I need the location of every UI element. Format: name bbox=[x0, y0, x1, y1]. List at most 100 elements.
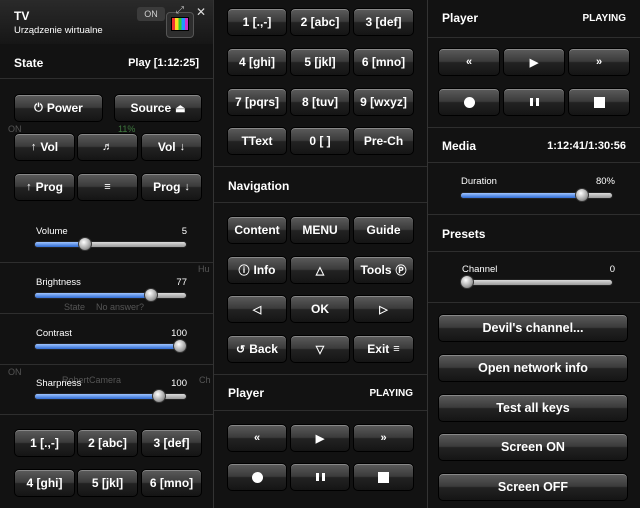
screen-off-button[interactable]: Screen OFF bbox=[438, 473, 628, 501]
pause-button[interactable] bbox=[290, 463, 350, 491]
slider-knob[interactable] bbox=[574, 188, 589, 202]
triangle-right-icon: ▷ bbox=[379, 303, 388, 316]
arrow-down-icon: ↓ bbox=[184, 181, 190, 193]
key-5-button[interactable]: 5 [jkl] bbox=[290, 48, 350, 76]
stop-button[interactable] bbox=[568, 88, 630, 116]
fast-forward-button[interactable]: » bbox=[353, 424, 414, 452]
key-2-button[interactable]: 2 [abc] bbox=[290, 8, 350, 36]
slider-track[interactable] bbox=[34, 389, 187, 403]
volume-slider[interactable]: Volume 5 bbox=[0, 222, 213, 260]
slider-knob[interactable] bbox=[77, 237, 92, 251]
info-label: Info bbox=[253, 263, 276, 277]
prog-up-button[interactable]: ↑ Prog bbox=[14, 173, 75, 201]
vol-up-button[interactable]: ↑ Vol bbox=[14, 133, 75, 161]
brightness-slider[interactable]: Brightness 77 bbox=[0, 273, 213, 311]
contrast-slider[interactable]: Contrast 100 bbox=[0, 324, 213, 362]
back-button[interactable]: ↺ Back bbox=[227, 335, 287, 363]
play-button[interactable]: ▶ bbox=[503, 48, 565, 76]
key-label: 9 [wxyz] bbox=[360, 95, 407, 109]
up-button[interactable]: △ bbox=[290, 256, 350, 284]
slider-track[interactable] bbox=[34, 237, 187, 251]
devils-channel-button[interactable]: Devil's channel... bbox=[438, 314, 628, 342]
vol-down-button[interactable]: Vol ↓ bbox=[141, 133, 202, 161]
slider-track[interactable] bbox=[34, 288, 187, 302]
key-3-button[interactable]: 3 [def] bbox=[353, 8, 414, 36]
rewind-button[interactable]: « bbox=[227, 424, 287, 452]
pre-ch-button[interactable]: Pre-Ch bbox=[353, 127, 414, 155]
state-label: State bbox=[14, 56, 44, 70]
record-button[interactable] bbox=[227, 463, 287, 491]
record-button[interactable] bbox=[438, 88, 500, 116]
rewind-button[interactable]: « bbox=[438, 48, 500, 76]
key-label: Pre-Ch bbox=[363, 134, 404, 148]
key-7-button[interactable]: 7 [pqrs] bbox=[227, 88, 287, 116]
ttext-button[interactable]: TText bbox=[227, 127, 287, 155]
duration-slider[interactable]: Duration 80% bbox=[428, 172, 640, 210]
content-button[interactable]: Content bbox=[227, 216, 287, 244]
key-9-button[interactable]: 9 [wxyz] bbox=[353, 88, 414, 116]
slider-track[interactable] bbox=[460, 275, 613, 289]
slider-knob[interactable] bbox=[144, 288, 159, 302]
close-icon[interactable]: ✕ bbox=[196, 5, 206, 19]
player-status: PLAYING bbox=[582, 12, 626, 24]
prog-down-button[interactable]: Prog ↓ bbox=[141, 173, 202, 201]
record-icon bbox=[251, 471, 263, 483]
list-button[interactable]: ≡ bbox=[77, 173, 138, 201]
record-icon bbox=[463, 96, 475, 108]
slider-knob[interactable] bbox=[460, 275, 474, 289]
power-button[interactable]: ⏻ Power bbox=[14, 94, 103, 122]
key-0-button[interactable]: 0 [ ] bbox=[290, 127, 350, 155]
exit-icon: ≡ bbox=[393, 343, 400, 355]
left-button[interactable]: ◁ bbox=[227, 295, 287, 323]
key-2-button[interactable]: 2 [abc] bbox=[77, 429, 138, 457]
channel-slider[interactable]: Channel 0 bbox=[428, 260, 640, 298]
key-1-button[interactable]: 1 [.,-] bbox=[14, 429, 75, 457]
expand-icon[interactable]: ⤢ bbox=[176, 5, 184, 16]
slider-knob[interactable] bbox=[173, 339, 187, 353]
test-all-keys-button[interactable]: Test all keys bbox=[438, 394, 628, 422]
tools-button[interactable]: Tools Ⓟ bbox=[353, 256, 414, 284]
slider-value: 5 bbox=[181, 226, 187, 237]
screen-on-button[interactable]: Screen ON bbox=[438, 433, 628, 461]
fast-forward-button[interactable]: » bbox=[568, 48, 630, 76]
back-label: Back bbox=[249, 342, 278, 356]
key-1-button[interactable]: 1 [.,-] bbox=[227, 8, 287, 36]
key-3-button[interactable]: 3 [def] bbox=[141, 429, 202, 457]
vol-down-label: Vol bbox=[157, 140, 176, 154]
right-button[interactable]: ▷ bbox=[353, 295, 414, 323]
key-label: 3 [def] bbox=[365, 15, 402, 29]
slider-track[interactable] bbox=[460, 188, 613, 202]
guide-button[interactable]: Guide bbox=[353, 216, 414, 244]
menu-button[interactable]: MENU bbox=[290, 216, 350, 244]
key-label: 0 [ ] bbox=[309, 134, 331, 148]
source-button[interactable]: Source ⏏ bbox=[114, 94, 202, 122]
key-6-button[interactable]: 6 [mno] bbox=[353, 48, 414, 76]
music-button[interactable]: ♬ bbox=[77, 133, 138, 161]
info-button[interactable]: ⓘ Info bbox=[227, 256, 287, 284]
state-value: Play [1:12:25] bbox=[128, 57, 199, 69]
state-row: State Play [1:12:25] bbox=[0, 50, 213, 76]
slider-label: Channel bbox=[462, 264, 498, 275]
slider-track[interactable] bbox=[34, 339, 187, 353]
stop-icon bbox=[378, 471, 389, 483]
power-icon: ⏻ bbox=[34, 101, 43, 114]
open-network-info-button[interactable]: Open network info bbox=[438, 354, 628, 382]
key-5-button[interactable]: 5 [jkl] bbox=[77, 469, 138, 497]
on-toggle[interactable]: ON bbox=[137, 7, 165, 21]
list-icon: ≡ bbox=[104, 181, 111, 193]
sharpness-slider[interactable]: Sharpness 100 bbox=[0, 374, 213, 412]
exit-button[interactable]: Exit ≡ bbox=[353, 335, 414, 363]
slider-value: 100 bbox=[171, 328, 187, 339]
slider-knob[interactable] bbox=[151, 389, 166, 403]
back-arrow-icon: ↺ bbox=[236, 343, 246, 356]
ok-button[interactable]: OK bbox=[290, 295, 350, 323]
key-4-button[interactable]: 4 [ghi] bbox=[227, 48, 287, 76]
key-8-button[interactable]: 8 [tuv] bbox=[290, 88, 350, 116]
key-6-button[interactable]: 6 [mno] bbox=[141, 469, 202, 497]
play-button[interactable]: ▶ bbox=[290, 424, 350, 452]
stop-button[interactable] bbox=[353, 463, 414, 491]
key-4-button[interactable]: 4 [ghi] bbox=[14, 469, 75, 497]
pause-button[interactable] bbox=[503, 88, 565, 116]
slider-value: 100 bbox=[171, 378, 187, 389]
down-button[interactable]: ▽ bbox=[290, 335, 350, 363]
